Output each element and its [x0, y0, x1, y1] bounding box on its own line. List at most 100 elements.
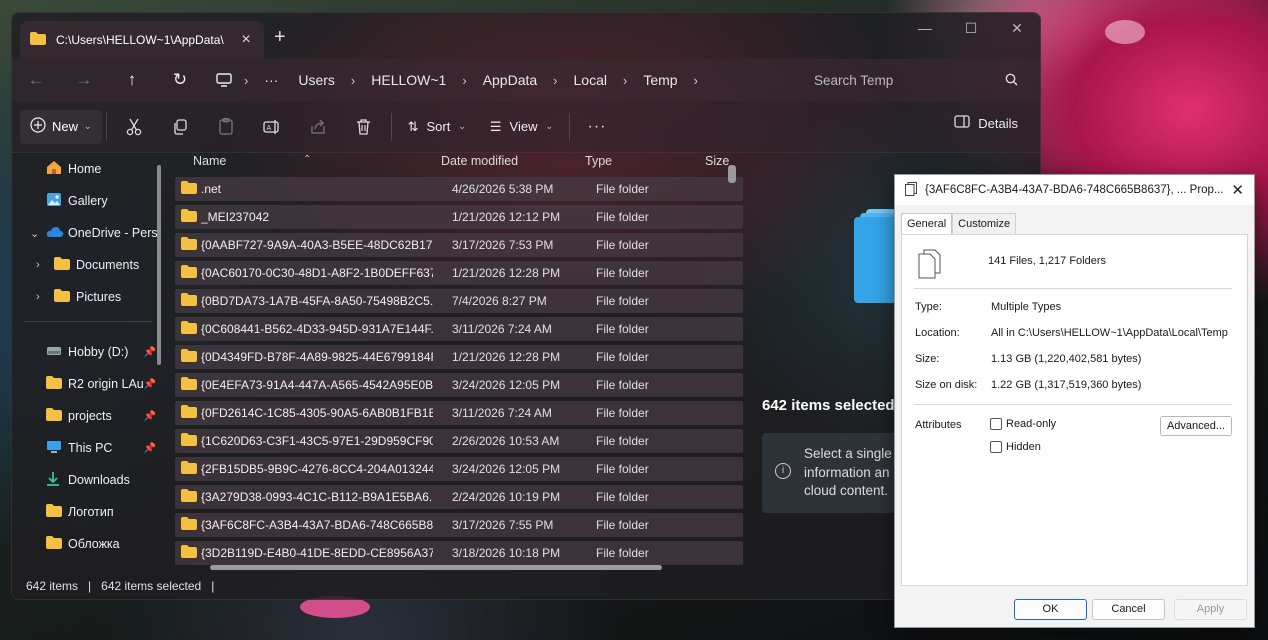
paste-icon[interactable] [203, 118, 249, 135]
sidebar-item-r2-origin[interactable]: R2 origin LAu 📌 [12, 368, 162, 400]
type-label: Type: [915, 301, 942, 313]
ok-button[interactable]: OK [1014, 599, 1087, 620]
checkbox-box[interactable] [990, 441, 1002, 453]
breadcrumb-user[interactable]: HELLOW~1 [361, 72, 456, 88]
sidebar-item-oblozhka[interactable]: Обложка [12, 528, 162, 560]
search-input[interactable]: Search Temp [802, 61, 1040, 99]
close-icon[interactable]: ✕ [1231, 181, 1244, 199]
sort-button[interactable]: ⇅ Sort ⌄ [396, 119, 478, 135]
sort-label: Sort [426, 119, 451, 134]
breadcrumb-local[interactable]: Local [564, 72, 617, 88]
location-value: All in C:\Users\HELLOW~1\AppData\Local\T… [991, 327, 1228, 339]
tab-title: C:\Users\HELLOW~1\AppData\ [56, 33, 224, 47]
column-size[interactable]: Size [705, 154, 729, 168]
sort-icon: ⇅ [407, 118, 419, 134]
sidebar-item-logotip[interactable]: Логотип [12, 496, 162, 528]
sidebar-item-pictures[interactable]: › Pictures [12, 281, 162, 313]
sidebar-item-downloads[interactable]: Downloads [12, 464, 162, 496]
maximize-icon[interactable]: ☐ [948, 13, 994, 43]
forward-icon[interactable]: → [60, 70, 108, 90]
readonly-checkbox[interactable]: Read-only [990, 418, 1056, 430]
file-list-scrollbar[interactable] [728, 165, 736, 183]
checkbox-box[interactable] [990, 418, 1002, 430]
table-row[interactable]: _MEI237042 1/21/2026 12:12 PM File folder [175, 205, 743, 229]
table-row[interactable]: {0AC60170-0C30-48D1-A8F2-1B0DEFF637... 1/… [175, 261, 743, 285]
sidebar-item-label: This PC [68, 441, 113, 455]
up-icon[interactable]: ↑ [108, 70, 156, 90]
table-row[interactable]: {1C620D63-C3F1-43C5-97E1-29D959CF90... 2/… [175, 429, 743, 453]
table-row[interactable]: {3A279D38-0993-4C1C-B112-B9A1E5BA6... 2/2… [175, 485, 743, 509]
sidebar-item-hobby-drive[interactable]: Hobby (D:) 📌 [12, 336, 162, 368]
new-button[interactable]: New ⌄ [20, 109, 102, 144]
info-text: Select a single information an cloud con… [804, 446, 892, 498]
minimize-icon[interactable]: — [902, 13, 948, 43]
chevron-down-icon: ⌄ [545, 121, 554, 131]
chevron-down-icon[interactable]: ⌄ [30, 227, 39, 240]
table-row[interactable]: {2FB15DB5-9B9C-4276-8CC4-204A013244... 3/… [175, 457, 743, 481]
table-row[interactable]: {3D2B119D-E4B0-41DE-8EDD-CE8956A37... 3/1… [175, 541, 743, 565]
dialog-title: {3AF6C8FC-A3B4-43A7-BDA6-748C665B8637}, … [925, 184, 1224, 196]
sidebar-item-projects[interactable]: projects 📌 [12, 400, 162, 432]
sidebar-scrollbar[interactable] [157, 165, 161, 365]
column-name[interactable]: Name [193, 154, 226, 168]
new-tab-icon[interactable]: + [274, 26, 286, 49]
view-button[interactable]: ☰ View ⌄ [478, 119, 565, 135]
file-type: File folder [596, 378, 649, 392]
breadcrumb-temp[interactable]: Temp [633, 72, 687, 88]
file-date: 2/24/2026 10:19 PM [452, 490, 561, 504]
more-options-icon[interactable]: ··· [574, 118, 620, 136]
apply-button[interactable]: Apply [1174, 599, 1247, 620]
close-tab-icon[interactable]: × [238, 31, 254, 49]
refresh-icon[interactable]: ↻ [156, 70, 204, 90]
table-row[interactable]: {0BD7DA73-1A7B-45FA-8A50-75498B2C5... 7/4… [175, 289, 743, 313]
tab-customize[interactable]: Customize [952, 213, 1017, 235]
sidebar-item-label: projects [68, 409, 112, 423]
table-row[interactable]: {0C608441-B562-4D33-945D-931A7E144F... 3/… [175, 317, 743, 341]
breadcrumb-appdata[interactable]: AppData [473, 72, 547, 88]
delete-icon[interactable] [341, 118, 387, 135]
rename-icon[interactable]: A [249, 119, 295, 135]
breadcrumb-users[interactable]: Users [288, 72, 345, 88]
sidebar-item-home[interactable]: Home [12, 153, 162, 185]
monitor-icon[interactable] [210, 73, 238, 87]
sidebar-item-label: Documents [76, 258, 140, 272]
advanced-button[interactable]: Advanced... [1160, 416, 1232, 436]
sidebar-item-onedrive[interactable]: ⌄ OneDrive - Pers [12, 217, 162, 249]
table-row[interactable]: {0D4349FD-B78F-4A89-9825-44E6799184F... 1… [175, 345, 743, 369]
sidebar-item-gallery[interactable]: Gallery [12, 185, 162, 217]
copy-icon[interactable] [157, 118, 203, 135]
horizontal-scrollbar[interactable] [210, 565, 662, 570]
back-icon[interactable]: ← [12, 70, 60, 90]
close-window-icon[interactable]: ✕ [994, 13, 1040, 43]
explorer-tab[interactable]: C:\Users\HELLOW~1\AppData\ × [20, 21, 264, 59]
chevron-down-icon: ⌄ [84, 121, 92, 131]
table-row[interactable]: {3AF6C8FC-A3B4-43A7-BDA6-748C665B8... 3/1… [175, 513, 743, 537]
sidebar-item-documents[interactable]: › Documents [12, 249, 162, 281]
table-row[interactable]: {0FD2614C-1C85-4305-90A5-6AB0B1FB1E... 3/… [175, 401, 743, 425]
chevron-right-icon[interactable]: › [36, 259, 40, 271]
column-headers: ⌃ Name Date modified Type Size [175, 147, 743, 177]
tab-general[interactable]: General [901, 213, 953, 235]
chevron-down-icon: ⌄ [458, 121, 466, 131]
chevron-right-icon[interactable]: › [36, 291, 40, 303]
column-date-modified[interactable]: Date modified [441, 154, 518, 168]
column-type[interactable]: Type [585, 154, 612, 168]
sidebar-item-this-pc[interactable]: This PC 📌 [12, 432, 162, 464]
share-icon[interactable] [295, 119, 341, 135]
file-list: ⌃ Name Date modified Type Size .net 4/26/… [175, 147, 743, 573]
file-folder-count: 141 Files, 1,217 Folders [988, 255, 1107, 267]
more-crumbs-icon[interactable]: ··· [254, 72, 288, 88]
folder-icon [181, 237, 197, 253]
table-row[interactable]: .net 4/26/2026 5:38 PM File folder [175, 177, 743, 201]
cancel-button[interactable]: Cancel [1092, 599, 1165, 620]
hidden-checkbox[interactable]: Hidden [990, 441, 1041, 453]
file-date: 1/21/2026 12:28 PM [452, 266, 561, 280]
chevron-right-icon[interactable]: › [688, 73, 704, 88]
file-name: {0AC60170-0C30-48D1-A8F2-1B0DEFF637... [201, 266, 433, 280]
details-button[interactable]: Details [954, 115, 1018, 131]
sidebar-item-label: OneDrive - Pers [68, 226, 158, 240]
table-row[interactable]: {0AABF727-9A9A-40A3-B5EE-48DC62B17... 3/1… [175, 233, 743, 257]
file-name: {0AABF727-9A9A-40A3-B5EE-48DC62B17... [201, 238, 433, 252]
table-row[interactable]: {0E4EFA73-91A4-447A-A565-4542A95E0B... 3/… [175, 373, 743, 397]
cut-icon[interactable] [111, 118, 157, 136]
